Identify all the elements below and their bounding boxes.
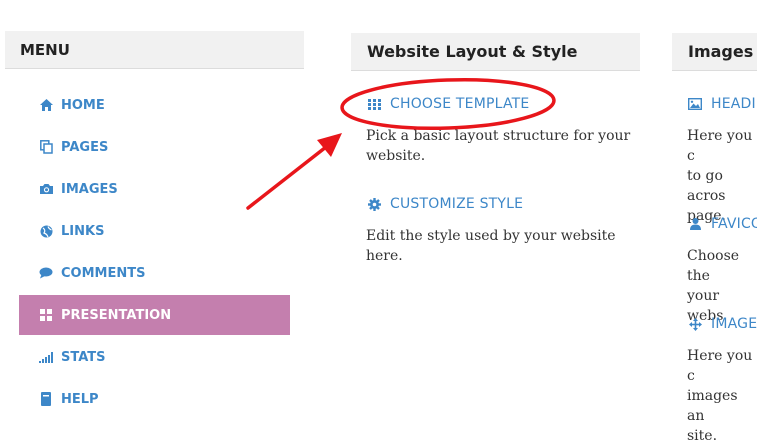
sidebar-item-home[interactable]: HOME — [19, 85, 290, 125]
sidebar-item-label: STATS — [61, 349, 106, 365]
customize-style-link[interactable]: CUSTOMIZE STYLE — [367, 194, 523, 214]
sidebar-item-pages[interactable]: PAGES — [19, 127, 290, 167]
images-description: Here you c images an site. — [687, 346, 757, 446]
header-image-description: Here you c to go acros page. — [687, 126, 757, 226]
header-image-link[interactable]: HEADI — [688, 94, 756, 114]
sidebar-item-stats[interactable]: STATS — [19, 337, 290, 377]
menu-title: MENU — [20, 40, 70, 59]
description-line: to go acros — [687, 168, 726, 204]
sidebar-item-label: LINKS — [61, 223, 105, 239]
panel-title: Images — [688, 42, 754, 61]
home-icon — [38, 98, 54, 112]
camera-icon — [38, 182, 54, 196]
sidebar-item-label: IMAGES — [61, 181, 118, 197]
description-line: Here you c — [687, 348, 753, 384]
user-icon — [688, 218, 702, 230]
sidebar-item-label: HELP — [61, 391, 99, 407]
sidebar-item-label: PAGES — [61, 139, 109, 155]
description-line: Edit the style used by your website — [366, 228, 616, 244]
customize-style-description: Edit the style used by your website here… — [366, 226, 616, 266]
menu-header: MENU — [5, 31, 304, 69]
signal-icon — [38, 350, 54, 364]
grid-icon — [38, 308, 54, 322]
gear-icon — [367, 197, 381, 211]
grid-icon — [367, 98, 381, 110]
description-line: website. — [366, 148, 426, 164]
comment-icon — [38, 266, 54, 280]
sidebar-item-comments[interactable]: COMMENTS — [19, 253, 290, 293]
sidebar-item-links[interactable]: LINKS — [19, 211, 290, 251]
favicon-link[interactable]: FAVICO — [688, 214, 757, 234]
sidebar-item-presentation[interactable]: PRESENTATION — [19, 295, 290, 335]
link-label: FAVICO — [711, 216, 757, 232]
move-icon — [688, 317, 702, 331]
description-line: here. — [366, 248, 403, 264]
sidebar-item-label: PRESENTATION — [61, 307, 172, 323]
description-line: images an — [687, 388, 738, 424]
arrow-head — [317, 133, 342, 157]
sidebar-item-help[interactable]: HELP — [19, 379, 290, 419]
description-line: Choose the — [687, 248, 740, 284]
images-panel-header: Images — [672, 33, 757, 71]
choose-template-link[interactable]: CHOOSE TEMPLATE — [367, 94, 529, 114]
link-label: HEADI — [711, 96, 756, 112]
choose-template-description: Pick a basic layout structure for your w… — [366, 126, 630, 166]
picture-icon — [688, 98, 702, 110]
link-label: CHOOSE TEMPLATE — [390, 96, 530, 112]
images-link[interactable]: IMAGE — [688, 314, 757, 334]
description-line: Here you c — [687, 128, 753, 164]
link-label: CUSTOMIZE STYLE — [390, 196, 524, 212]
help-icon — [38, 392, 54, 406]
description-line: site. — [687, 428, 718, 444]
sidebar-item-images[interactable]: IMAGES — [19, 169, 290, 209]
pages-icon — [38, 140, 54, 154]
sidebar-item-label: COMMENTS — [61, 265, 146, 281]
sidebar-item-label: HOME — [61, 97, 105, 113]
layout-panel-header: Website Layout & Style — [351, 33, 640, 71]
description-line: Pick a basic layout structure for your — [366, 128, 631, 144]
panel-title: Website Layout & Style — [367, 42, 578, 61]
globe-icon — [38, 224, 54, 238]
link-label: IMAGE — [711, 316, 757, 332]
